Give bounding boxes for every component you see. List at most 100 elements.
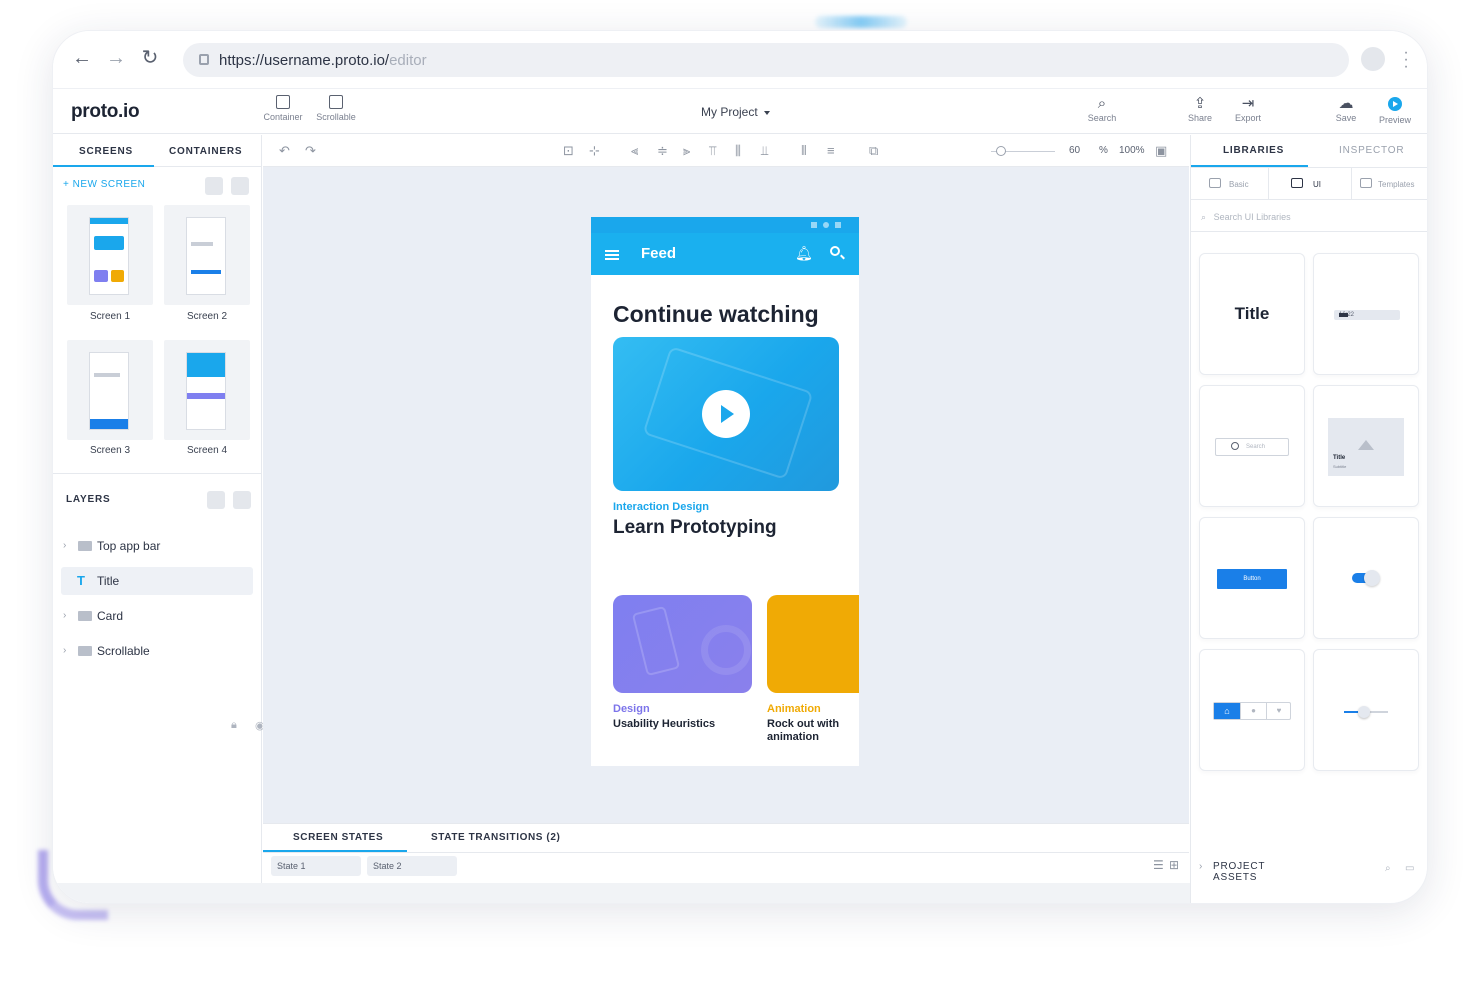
align-left-icon[interactable]: ⫷ — [631, 143, 638, 159]
zoom-fit[interactable]: 100% — [1119, 145, 1145, 156]
chevron-down-icon[interactable]: ⌄ — [373, 862, 449, 871]
status-icon — [811, 222, 817, 228]
tab-containers[interactable]: CONTAINERS — [169, 146, 242, 157]
device-frame: ← → ↻ https://username.proto.io/editor ·… — [52, 30, 1428, 904]
circle-illustration — [701, 625, 751, 675]
subtab-basic[interactable]: Basic — [1191, 168, 1269, 200]
preview-button[interactable]: Preview — [1375, 95, 1415, 125]
align-top-icon[interactable]: ⫪ — [709, 143, 716, 159]
tab-libraries[interactable]: LIBRARIES — [1223, 145, 1284, 156]
video-card[interactable] — [613, 337, 839, 491]
search-icon[interactable] — [830, 246, 840, 256]
align-right-icon[interactable]: ⫸ — [683, 143, 690, 159]
layer-title[interactable]: T Title — [61, 567, 253, 595]
design-card-image[interactable] — [613, 595, 752, 693]
align-bottom-icon[interactable]: ⫫ — [761, 143, 768, 159]
tab-bar-preview: ⌂ ● ♥ — [1213, 702, 1291, 720]
arrange-icon[interactable]: ⧉ — [869, 143, 878, 159]
state-1-item[interactable]: State 1 ⌄ — [271, 856, 361, 876]
layers-action-button[interactable] — [207, 491, 225, 509]
subtab-templates[interactable]: Templates — [1351, 168, 1427, 200]
distribute-vertical-icon[interactable]: ≡ — [827, 143, 835, 158]
project-dropdown[interactable]: My Project — [701, 105, 770, 119]
bell-icon[interactable]: 🔔︎ — [795, 245, 813, 262]
phone-screen[interactable]: Feed 🔔︎ Continue watching Interaction De… — [591, 217, 859, 766]
url-bar[interactable]: https://username.proto.io/editor — [183, 43, 1349, 77]
chevron-right-icon[interactable]: › — [63, 540, 66, 551]
scrollable-tool[interactable]: Scrollable — [313, 95, 359, 122]
reload-icon[interactable]: ↻ — [139, 47, 161, 69]
state-2-item[interactable]: State 2 ⌄ — [367, 856, 457, 876]
screen-thumbnail-4[interactable] — [164, 340, 250, 440]
export-button[interactable]: ⇥ Export — [1228, 95, 1268, 123]
assets-folder-icon[interactable]: ▭ — [1405, 863, 1414, 874]
component-card[interactable]: Title Subtitle — [1313, 385, 1419, 507]
component-slider[interactable] — [1313, 649, 1419, 771]
search-icon: ⌕ — [1201, 212, 1207, 222]
tab-state-transitions[interactable]: STATE TRANSITIONS (2) — [431, 832, 561, 844]
animation-card-image[interactable] — [767, 595, 859, 693]
toggle-preview — [1352, 570, 1380, 586]
shapes-icon — [1209, 178, 1221, 188]
align-middle-icon[interactable]: ⫼ — [735, 143, 741, 159]
screen-thumbnail-2[interactable] — [164, 205, 250, 305]
profile-avatar[interactable] — [1361, 47, 1385, 71]
search-icon[interactable]: ⌕ — [1385, 863, 1391, 874]
screen-thumbnail-3[interactable] — [67, 340, 153, 440]
list-view-button[interactable] — [231, 177, 249, 195]
screen-thumbnail-1[interactable] — [67, 205, 153, 305]
chevron-right-icon[interactable]: › — [1199, 861, 1203, 872]
layers-action-button[interactable] — [233, 491, 251, 509]
component-title[interactable]: Title — [1199, 253, 1305, 375]
component-toggle[interactable] — [1313, 517, 1419, 639]
redo-icon[interactable]: ↷ — [305, 143, 316, 159]
layer-top-app-bar[interactable]: › Top app bar — [61, 532, 253, 560]
zoom-slider-handle[interactable] — [996, 146, 1006, 156]
play-button-icon[interactable] — [702, 390, 750, 438]
subtab-ui[interactable]: UI — [1269, 168, 1351, 200]
screen-label: Screen 2 — [186, 311, 228, 322]
hamburger-menu-icon[interactable] — [605, 250, 619, 260]
lock-layer-icon[interactable]: 🔒︎ — [231, 719, 237, 732]
browser-bar: ← → ↻ https://username.proto.io/editor ·… — [53, 31, 1427, 87]
search-button[interactable]: ⌕ Search — [1082, 95, 1122, 123]
grid-view-button[interactable] — [205, 177, 223, 195]
chevron-down-icon[interactable]: ⌄ — [277, 862, 353, 871]
component-status-bar[interactable]: 16:22 — [1313, 253, 1419, 375]
align-center-icon[interactable]: ≑ — [657, 143, 668, 159]
divider — [263, 852, 1189, 853]
thumbnail-preview — [186, 352, 226, 430]
component-tab-bar[interactable]: ⌂ ● ♥ — [1199, 649, 1305, 771]
distribute-horizontal-icon[interactable]: ⦀ — [801, 143, 807, 159]
forward-arrow-icon[interactable]: → — [105, 47, 127, 69]
back-arrow-icon[interactable]: ← — [71, 47, 93, 69]
top-app-bar[interactable]: Feed 🔔︎ — [591, 233, 859, 275]
library-search-input[interactable]: ⌕ Search UI Libraries — [1201, 212, 1291, 223]
share-button[interactable]: ⇪ Share — [1180, 95, 1220, 123]
layer-card[interactable]: › Card — [61, 602, 253, 630]
new-screen-button[interactable]: + NEW SCREEN — [63, 179, 145, 190]
tab-screen-states[interactable]: SCREEN STATES — [293, 832, 383, 844]
save-button[interactable]: ☁ Save — [1326, 95, 1366, 123]
ungroup-icon[interactable]: ⊹ — [589, 143, 600, 159]
tab-inspector[interactable]: INSPECTOR — [1339, 145, 1404, 156]
container-tool[interactable]: Container — [261, 95, 305, 122]
kebab-menu-icon[interactable]: · · · — [1403, 45, 1409, 75]
group-icon[interactable]: ⊡ — [563, 143, 574, 159]
screen-heading[interactable]: Continue watching — [613, 301, 819, 328]
card-title: Rock out with animation — [767, 718, 840, 743]
fit-screen-icon[interactable]: ▣ — [1155, 143, 1167, 159]
zoom-value[interactable]: 60 — [1069, 145, 1080, 156]
grid-view-icon[interactable]: ⊞ — [1169, 858, 1179, 872]
undo-icon[interactable]: ↶ — [279, 143, 290, 159]
layer-scrollable[interactable]: › Scrollable — [61, 637, 253, 665]
container-icon — [276, 95, 290, 109]
tab-screens[interactable]: SCREENS — [79, 146, 133, 157]
chevron-right-icon[interactable]: › — [63, 610, 66, 621]
component-search-field[interactable]: Search — [1199, 385, 1305, 507]
divider — [53, 473, 262, 474]
search-icon — [1231, 442, 1239, 450]
list-view-icon[interactable]: ☰ — [1153, 858, 1164, 872]
component-button[interactable]: Button — [1199, 517, 1305, 639]
chevron-right-icon[interactable]: › — [63, 645, 66, 656]
